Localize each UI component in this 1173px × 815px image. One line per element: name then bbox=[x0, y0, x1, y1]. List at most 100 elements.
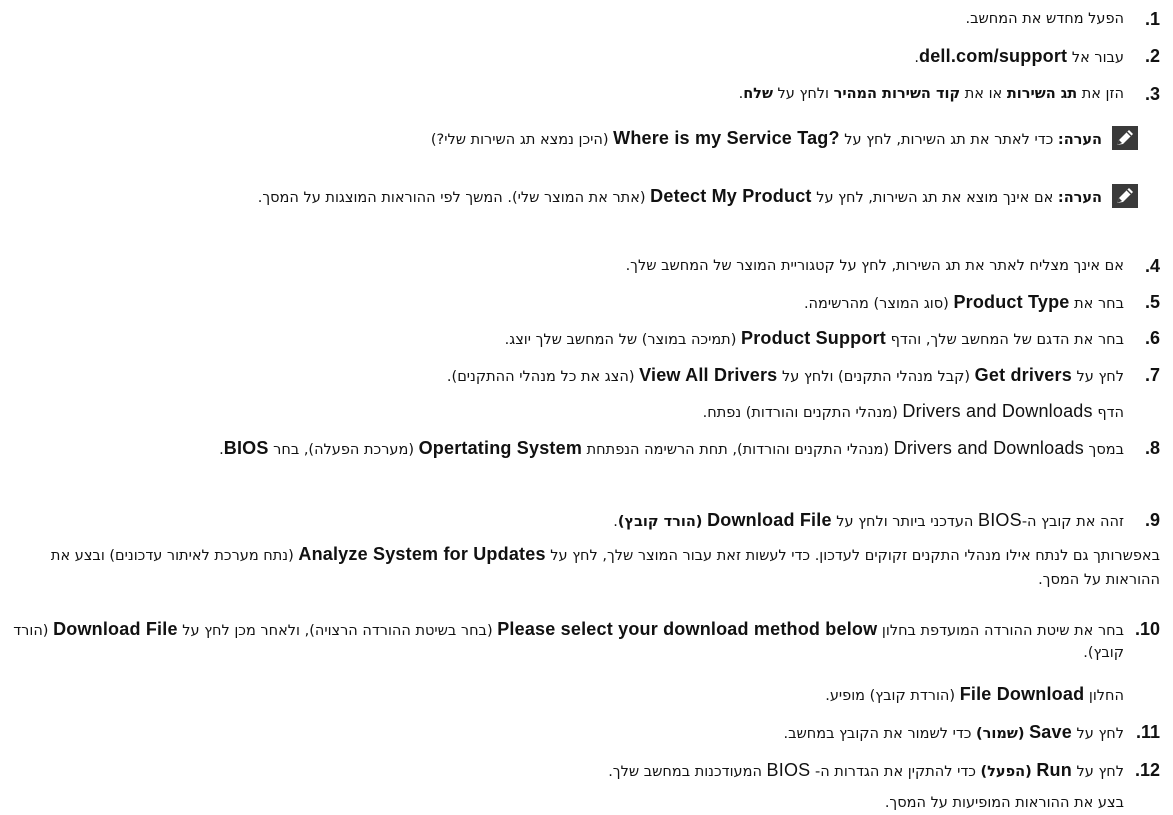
text-run: הדף bbox=[1092, 405, 1124, 421]
bold-term: תג השירות bbox=[1006, 86, 1078, 102]
text-run: אם אינך מוצא את תג השירות, לחץ על bbox=[811, 190, 1058, 206]
text-run: (הצג את כל מנהלי ההתקנים). bbox=[446, 369, 640, 385]
step-number: 2. bbox=[1144, 46, 1160, 66]
step-text: הפעל מחדש את המחשב. bbox=[10, 8, 1124, 30]
text-run: כדי להתקין את הגדרות ה- bbox=[810, 764, 981, 780]
step-10: 10. בחר את שיטת ההורדה המועדפת בחלון Ple… bbox=[10, 618, 1160, 664]
latin-term: Please select your download method below bbox=[497, 619, 878, 639]
latin-term: Analyze System for Updates bbox=[298, 544, 546, 564]
step-number: 11. bbox=[1135, 722, 1160, 742]
analyze-paragraph: באפשרותך גם לנתח אילו מנהלי התקנים זקוקי… bbox=[10, 542, 1160, 592]
step-number: 7. bbox=[1144, 365, 1160, 385]
bold-term: (הורד קובץ) bbox=[617, 514, 703, 530]
text-run: (אתר את המוצר שלי). המשך לפי ההוראות המו… bbox=[257, 190, 651, 206]
step-1: 1. הפעל מחדש את המחשב. bbox=[10, 8, 1160, 30]
text-run: כדי לאתר את תג השירות, לחץ על bbox=[839, 132, 1058, 148]
step-text: החלון File Download (הורדת קובץ) מופיע. bbox=[10, 683, 1124, 707]
latin-term: Detect My Product bbox=[650, 186, 812, 206]
note-pencil-icon bbox=[1112, 184, 1138, 208]
step-number: 6. bbox=[1144, 328, 1160, 348]
text-run: במסך bbox=[1083, 442, 1124, 458]
step-text: לחץ על Get drivers (קבל מנהלי התקנים) ול… bbox=[10, 364, 1124, 388]
text-run: בחר את שיטת ההורדה המועדפת בחלון bbox=[877, 623, 1124, 639]
note-text: הערה: אם אינך מוצא את תג השירות, לחץ על … bbox=[10, 184, 1102, 210]
bold-term: שלח bbox=[743, 86, 773, 102]
step-text: הדף Drivers and Downloads (מנהלי התקנים … bbox=[10, 400, 1124, 424]
text-run: בחר את הדגם של המחשב שלך, והדף bbox=[885, 332, 1124, 348]
step-text: בחר את Product Type (סוג המוצר) מהרשימה. bbox=[10, 291, 1124, 315]
note-detect-product: הערה: אם אינך מוצא את תג השירות, לחץ על … bbox=[10, 184, 1160, 210]
text-run: (מנהלי התקנים והורדות), תחת הרשימה הנפתח… bbox=[582, 442, 894, 458]
text-run: הפעל מחדש את המחשב. bbox=[965, 11, 1124, 27]
text-run: אם אינך מצליח לאתר את תג השירות, לחץ על … bbox=[625, 258, 1124, 274]
step-text: הזן את תג השירות או את קוד השירות המהיר … bbox=[10, 83, 1124, 105]
latin-term: Product Support bbox=[740, 328, 886, 348]
bold-term: הערה: bbox=[1057, 190, 1102, 206]
step-text: בחר את הדגם של המחשב שלך, והדף Product S… bbox=[10, 327, 1124, 351]
step-text: עבור אל dell.com/support. bbox=[10, 45, 1124, 69]
step-number: 10. bbox=[1134, 619, 1160, 639]
step-number: 8. bbox=[1144, 438, 1160, 458]
note-pencil-icon bbox=[1112, 126, 1138, 150]
step-8: 8. במסך Drivers and Downloads (מנהלי התק… bbox=[10, 437, 1160, 461]
text-run: העדכני ביותר ולחץ על bbox=[831, 514, 978, 530]
text-run: (מערכת הפעלה), בחר bbox=[268, 442, 419, 458]
step-text: לחץ על Run (הפעל) כדי להתקין את הגדרות ה… bbox=[10, 759, 1124, 783]
text-run: (מנהלי התקנים והורדות) נפתח. bbox=[702, 405, 903, 421]
text-run: זהה את קובץ ה- bbox=[1021, 514, 1124, 530]
text-run: לחץ על bbox=[1071, 764, 1124, 780]
latin-term: Opertating System bbox=[418, 438, 583, 458]
step-12-result: בצע את ההוראות המופיעות על המסך. bbox=[10, 792, 1160, 814]
step-2: 2. עבור אל dell.com/support. bbox=[10, 45, 1160, 69]
text-run: או את bbox=[960, 86, 1007, 102]
step-3: 3. הזן את תג השירות או את קוד השירות המה… bbox=[10, 83, 1160, 105]
latin-term: Save bbox=[1029, 722, 1072, 742]
bold-term: (שמור) bbox=[976, 726, 1025, 742]
step-text: לחץ על Save (שמור) כדי לשמור את הקובץ במ… bbox=[10, 721, 1124, 745]
step-4: 4. אם אינך מצליח לאתר את תג השירות, לחץ … bbox=[10, 255, 1160, 277]
text-run: לחץ על bbox=[1071, 726, 1124, 742]
latin-term: Get drivers bbox=[974, 365, 1072, 385]
text-run: בצע את ההוראות המופיעות על המסך. bbox=[884, 795, 1124, 811]
step-number: 1. bbox=[1144, 9, 1160, 29]
text-run: (סוג המוצר) מהרשימה. bbox=[803, 296, 954, 312]
text-run: (היכן נמצא תג השירות שלי?) bbox=[430, 132, 614, 148]
latin-term: BIOS bbox=[978, 510, 1022, 530]
step-number: 12. bbox=[1134, 760, 1160, 780]
step-7: 7. לחץ על Get drivers (קבל מנהלי התקנים)… bbox=[10, 364, 1160, 388]
latin-term: File Download bbox=[959, 684, 1085, 704]
text-run: החלון bbox=[1084, 688, 1124, 704]
latin-term: Download File bbox=[707, 510, 832, 530]
step-6: 6. בחר את הדגם של המחשב שלך, והדף Produc… bbox=[10, 327, 1160, 351]
latin-term: Where is my Service Tag? bbox=[613, 128, 840, 148]
step-number: 4. bbox=[1144, 256, 1160, 276]
text-run: לחץ על bbox=[1071, 369, 1124, 385]
step-10-result: החלון File Download (הורדת קובץ) מופיע. bbox=[10, 683, 1160, 707]
step-9: 9. זהה את קובץ ה-BIOS העדכני ביותר ולחץ … bbox=[10, 509, 1160, 533]
text-run: הזן את bbox=[1077, 86, 1124, 102]
bold-term: קוד השירות המהיר bbox=[833, 86, 961, 102]
bold-term: (הפעל) bbox=[980, 764, 1032, 780]
step-5: 5. בחר את Product Type (סוג המוצר) מהרשי… bbox=[10, 291, 1160, 315]
text-run: ולחץ על bbox=[772, 86, 834, 102]
text-run: עבור אל bbox=[1067, 50, 1124, 66]
step-number: 9. bbox=[1144, 510, 1160, 530]
latin-term: View All Drivers bbox=[639, 365, 778, 385]
latin-term: dell.com/support bbox=[919, 46, 1068, 66]
bold-term: הערה: bbox=[1057, 132, 1102, 148]
text-run: המעודכנות במחשב שלך. bbox=[608, 764, 767, 780]
note-service-tag: הערה: כדי לאתר את תג השירות, לחץ על Wher… bbox=[10, 126, 1160, 152]
latin-term: BIOS bbox=[766, 760, 811, 780]
text-run: (תמיכה במוצר) של המחשב שלך יוצג. bbox=[504, 332, 741, 348]
step-12: 12. לחץ על Run (הפעל) כדי להתקין את הגדר… bbox=[10, 759, 1160, 783]
text-run: (בחר בשיטת ההורדה הרצויה), ולאחר מכן לחץ… bbox=[177, 623, 498, 639]
latin-term: Run bbox=[1036, 760, 1072, 780]
step-text: אם אינך מצליח לאתר את תג השירות, לחץ על … bbox=[10, 255, 1124, 277]
step-text: במסך Drivers and Downloads (מנהלי התקנים… bbox=[10, 437, 1124, 461]
step-number: 3. bbox=[1144, 84, 1160, 104]
step-number: 5. bbox=[1144, 292, 1160, 312]
text-run: כדי לשמור את הקובץ במחשב. bbox=[783, 726, 977, 742]
step-7-result: הדף Drivers and Downloads (מנהלי התקנים … bbox=[10, 400, 1160, 424]
latin-term: Product Type bbox=[953, 292, 1070, 312]
text-run: (קבל מנהלי התקנים) ולחץ על bbox=[777, 369, 975, 385]
